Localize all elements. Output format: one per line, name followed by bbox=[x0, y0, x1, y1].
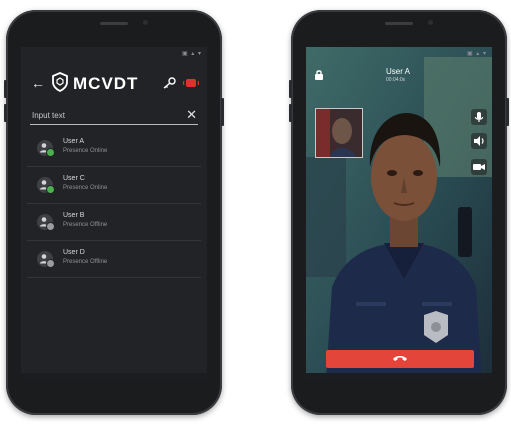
shield-logo-icon bbox=[52, 72, 68, 92]
app-title: MCVDT bbox=[73, 74, 139, 93]
earpiece-speaker bbox=[385, 22, 413, 25]
contact-name: User C bbox=[63, 175, 85, 182]
search-input[interactable] bbox=[30, 107, 182, 123]
contact-name: User A bbox=[63, 138, 85, 145]
avatar bbox=[37, 177, 55, 194]
clear-icon[interactable]: ✕ bbox=[186, 108, 197, 121]
contact-name: User D bbox=[63, 249, 85, 256]
app-header: ← MCVDT bbox=[21, 67, 207, 103]
contact-name: User B bbox=[63, 212, 85, 219]
key-icon[interactable] bbox=[162, 77, 176, 89]
contact-row[interactable]: User A Presence Online bbox=[27, 130, 201, 167]
local-video-feed bbox=[316, 109, 362, 157]
presence-dot bbox=[46, 148, 55, 157]
status-bar: ▣ ▴ ▾ bbox=[466, 51, 487, 57]
phone-frame-right: ▣ ▴ ▾ User A 00:04:0x bbox=[289, 10, 509, 415]
video-icon bbox=[473, 164, 485, 170]
camera-toggle-button[interactable] bbox=[471, 159, 487, 175]
volume-up-button bbox=[289, 80, 292, 98]
earpiece-speaker bbox=[100, 22, 128, 25]
microphone-icon bbox=[474, 112, 484, 122]
video-call-screen: ▣ ▴ ▾ User A 00:04:0x bbox=[306, 47, 492, 379]
search-bar: ✕ bbox=[30, 107, 198, 125]
contact-presence: Presence Offline bbox=[63, 222, 108, 228]
status-bar: ▣ ▴ ▾ bbox=[181, 51, 202, 57]
contact-presence: Presence Online bbox=[63, 148, 108, 154]
contact-presence: Presence Online bbox=[63, 185, 108, 191]
back-arrow-icon[interactable]: ← bbox=[31, 76, 45, 90]
speaker-icon bbox=[474, 136, 484, 146]
contact-presence: Presence Offline bbox=[63, 259, 108, 265]
volume-down-button bbox=[4, 104, 7, 122]
push-to-talk-icon[interactable] bbox=[183, 78, 199, 88]
lock-icon bbox=[315, 70, 323, 80]
avatar bbox=[37, 140, 55, 157]
contact-row[interactable]: User D Presence Offline bbox=[27, 241, 201, 278]
contact-row[interactable]: User C Presence Online bbox=[27, 167, 201, 204]
contacts-screen: ▣ ▴ ▾ ← MCVDT ✕ bbox=[21, 47, 207, 379]
call-timer: 00:04:0x bbox=[386, 77, 406, 83]
front-camera bbox=[143, 20, 148, 25]
caller-name: User A bbox=[386, 67, 411, 76]
end-call-button[interactable] bbox=[326, 350, 474, 368]
power-button bbox=[221, 98, 224, 126]
remote-video-feed bbox=[306, 47, 492, 379]
speaker-button[interactable] bbox=[471, 133, 487, 149]
contact-row[interactable]: User B Presence Offline bbox=[27, 204, 201, 241]
volume-down-button bbox=[289, 104, 292, 122]
avatar bbox=[37, 214, 55, 231]
volume-up-button bbox=[4, 80, 7, 98]
hang-up-icon bbox=[393, 356, 407, 361]
presence-dot bbox=[46, 222, 55, 231]
microphone-button[interactable] bbox=[471, 109, 487, 125]
avatar bbox=[37, 251, 55, 268]
home-indicator-area bbox=[306, 373, 492, 379]
local-video-preview[interactable] bbox=[315, 108, 363, 158]
phone-frame-left: ▣ ▴ ▾ ← MCVDT ✕ bbox=[4, 10, 224, 415]
front-camera bbox=[428, 20, 433, 25]
home-indicator-area bbox=[21, 373, 207, 379]
power-button bbox=[506, 98, 509, 126]
presence-dot bbox=[46, 185, 55, 194]
presence-dot bbox=[46, 259, 55, 268]
